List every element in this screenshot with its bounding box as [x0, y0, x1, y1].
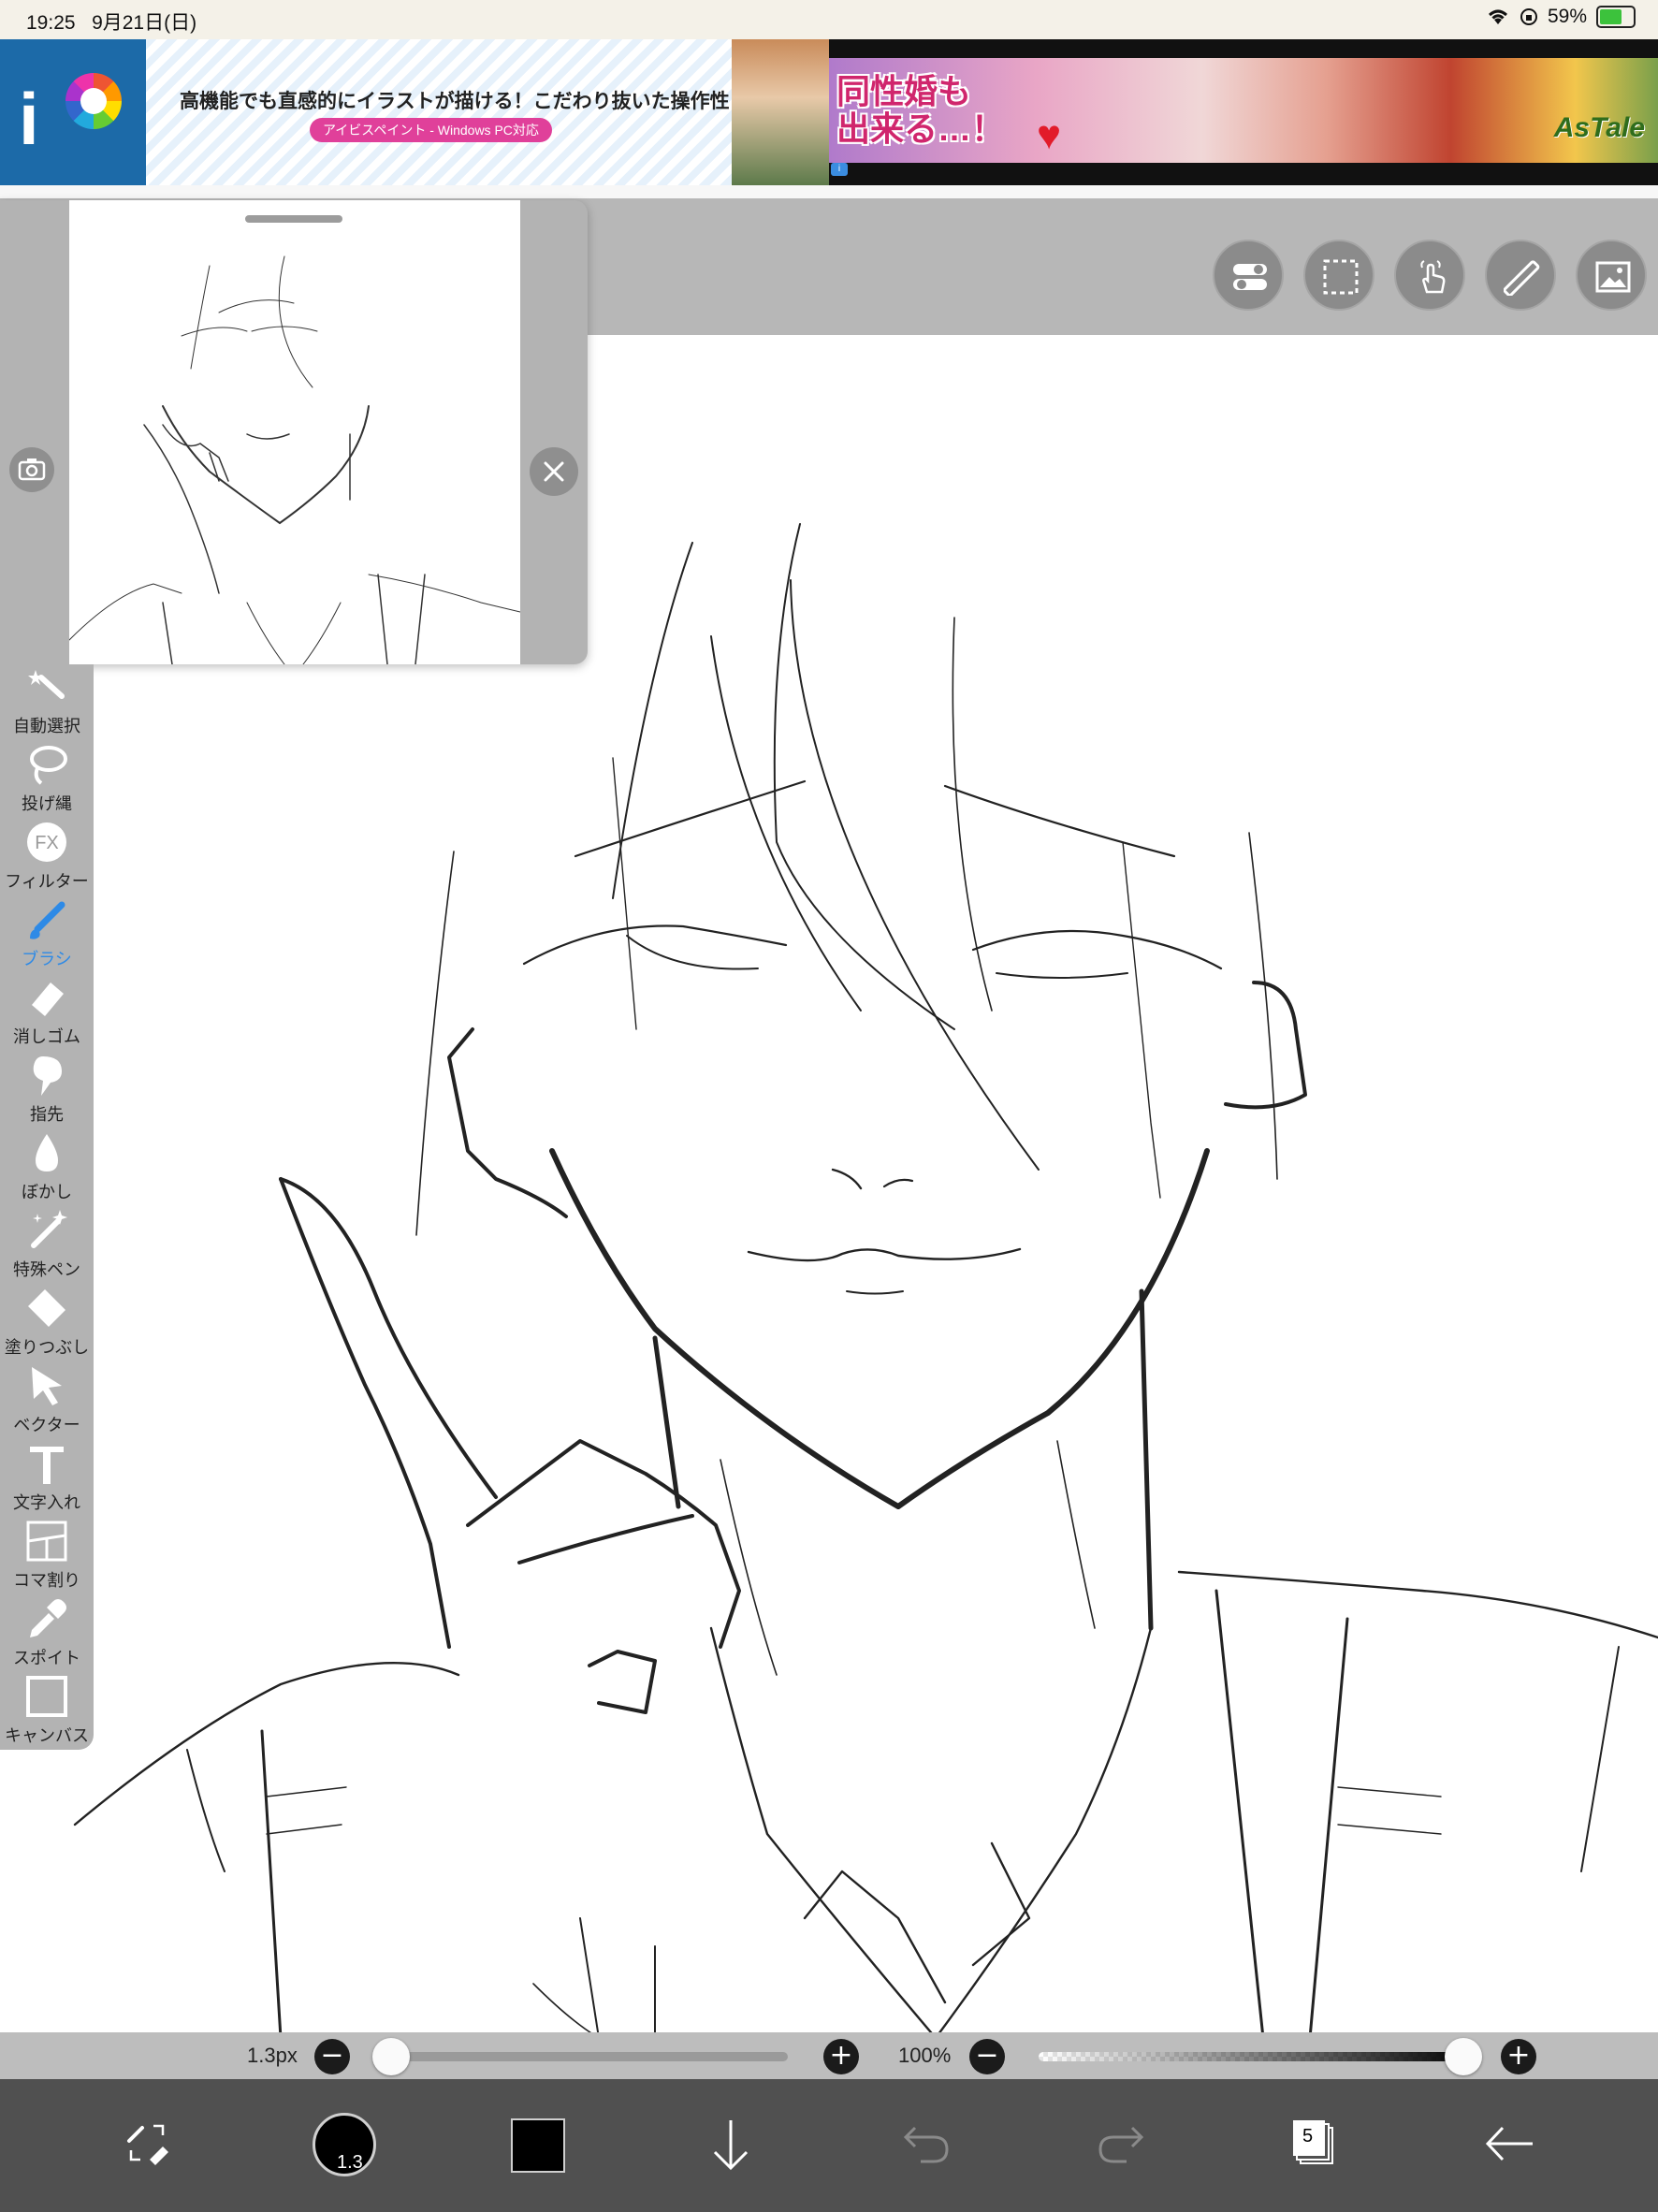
arrow-left-icon	[1485, 2126, 1533, 2161]
brush-size-plus-button[interactable]: +	[823, 2039, 859, 2074]
tool-fill[interactable]: 塗りつぶし	[0, 1286, 94, 1362]
opacity-value: 100%	[898, 2044, 952, 2067]
special-pen-icon	[31, 1210, 67, 1248]
camera-button[interactable]	[9, 447, 54, 492]
status-time: 19:25 9月21日(日)	[26, 12, 197, 34]
brush-size-knob[interactable]	[372, 2038, 410, 2075]
tool-brush[interactable]: ブラシ	[0, 897, 94, 974]
left-toolbar: 自動選択 投げ縄 FX フィルター ブラシ 消しゴム 指先 ぼかし 特殊ペン 塗…	[0, 664, 94, 1750]
selection-button[interactable]	[1303, 240, 1374, 311]
wifi-icon	[1488, 9, 1507, 24]
brush-size-minus-button[interactable]: −	[314, 2039, 350, 2074]
battery-icon	[1596, 6, 1636, 28]
arrow-down-icon	[713, 2120, 749, 2171]
close-icon	[544, 461, 564, 482]
navigator-window[interactable]	[0, 200, 588, 665]
status-right: 59%	[1486, 6, 1636, 28]
eraser-icon	[32, 982, 64, 1016]
heart-icon: ♥	[1037, 112, 1062, 158]
divider	[0, 185, 1658, 198]
image-icon	[1595, 261, 1631, 293]
tool-blur[interactable]: ぼかし	[0, 1130, 94, 1207]
camera-icon	[18, 458, 46, 481]
brush-icon	[30, 901, 65, 939]
tool-eraser[interactable]: 消しゴム	[0, 975, 94, 1052]
canvas-icon	[26, 1676, 67, 1717]
status-date: 9月21日(日)	[92, 12, 197, 34]
layer-count: 5	[1302, 2126, 1314, 2147]
ad-banner[interactable]: i 高機能でも直感的にイラストが描ける！こだわり抜いた操作性！ アイビスペイント…	[0, 39, 1658, 185]
tool-eyedropper[interactable]: スポイト	[0, 1596, 94, 1673]
slider-row: 1.3px − + 100% − +	[0, 2032, 1658, 2079]
color-wheel-icon	[65, 73, 122, 129]
navigator-thumbnail	[68, 215, 521, 665]
selection-icon	[1323, 259, 1359, 295]
tool-text[interactable]: 文字入れ	[0, 1441, 94, 1518]
game-ad-copy: 同性婚も 出来る…！	[836, 72, 1006, 148]
svg-text:FX: FX	[35, 833, 59, 853]
bottom-bar: 1.3 5	[0, 2079, 1658, 2212]
navigator-preview[interactable]	[68, 200, 521, 665]
ad-info-icon[interactable]: i	[831, 163, 848, 176]
fx-icon: FX	[27, 822, 66, 862]
opacity-track[interactable]	[1039, 2052, 1478, 2061]
ad-character-image	[732, 39, 829, 185]
lasso-icon	[30, 746, 67, 785]
opacity-knob[interactable]	[1445, 2038, 1482, 2075]
tool-auto-select[interactable]: 自動選択	[0, 664, 94, 741]
toggle-button[interactable]	[1213, 240, 1284, 311]
orientation-lock-icon	[1520, 8, 1537, 25]
status-bar: 19:25 9月21日(日) 59%	[0, 0, 1658, 39]
ad-pill: アイビスペイント - Windows PC対応	[310, 118, 552, 142]
pen-eraser-swap-icon	[127, 2124, 168, 2165]
ibispaint-logo[interactable]: i	[0, 39, 146, 185]
toggle-icon	[1233, 264, 1267, 290]
magic-wand-icon	[28, 670, 65, 699]
tool-frame-divider[interactable]: コマ割り	[0, 1519, 94, 1595]
current-color-swatch	[511, 2118, 565, 2173]
smudge-icon	[33, 1056, 62, 1096]
tool-vector[interactable]: ベクター	[0, 1363, 94, 1440]
redo-icon	[1098, 2126, 1144, 2163]
tool-filter[interactable]: FX フィルター	[0, 820, 94, 896]
game-ad-brand: AsTale	[1553, 112, 1645, 143]
frame-divider-icon	[26, 1521, 67, 1562]
opacity-plus-button[interactable]: +	[1501, 2039, 1536, 2074]
text-icon	[30, 1447, 64, 1484]
fill-icon	[28, 1289, 65, 1327]
ruler-button[interactable]	[1485, 240, 1556, 311]
ruler-icon	[1504, 260, 1540, 296]
vector-icon	[32, 1367, 62, 1405]
tool-special-pen[interactable]: 特殊ペン	[0, 1208, 94, 1285]
navigator-close-button[interactable]	[530, 447, 578, 496]
tool-lasso[interactable]: 投げ縄	[0, 742, 94, 819]
opacity-minus-button[interactable]: −	[969, 2039, 1005, 2074]
brush-size-track[interactable]	[376, 2052, 788, 2061]
game-ad-image[interactable]: 同性婚も 出来る…！ ♥ AsTale	[829, 58, 1658, 163]
gesture-icon	[1420, 260, 1446, 294]
navigator-grip-handle	[245, 215, 342, 223]
blur-icon	[36, 1134, 58, 1171]
tool-smudge[interactable]: 指先	[0, 1053, 94, 1129]
ad-text-panel[interactable]: 高機能でも直感的にイラストが描ける！こだわり抜いた操作性！ アイビスペイント -…	[146, 39, 749, 185]
reference-image-button[interactable]	[1576, 240, 1647, 311]
gesture-button[interactable]	[1394, 240, 1465, 311]
brush-size-value: 1.3px	[247, 2044, 298, 2067]
ad-headline: 高機能でも直感的にイラストが描ける！こだわり抜いた操作性！	[180, 91, 749, 112]
undo-icon	[903, 2126, 949, 2163]
brush-size-badge: 1.3	[337, 2152, 363, 2173]
eyedropper-icon	[30, 1599, 66, 1637]
tool-canvas[interactable]: キャンバス	[0, 1674, 94, 1751]
battery-percent: 59%	[1547, 6, 1587, 27]
